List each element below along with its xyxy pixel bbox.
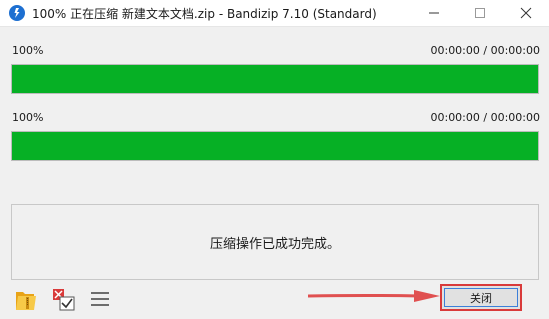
close-button[interactable]: 关闭: [440, 284, 522, 311]
total-progress-percent: 100%: [12, 111, 44, 124]
annotation-arrow: [308, 290, 440, 302]
status-message-box: 压缩操作已成功完成。: [11, 204, 539, 280]
file-progress-percent: 100%: [12, 44, 44, 57]
total-progress-bar: [11, 131, 539, 161]
minimize-icon: [429, 12, 439, 14]
focus-ring: [444, 288, 518, 307]
title-bar: 100% 正在压缩 新建文本文档.zip - Bandizip 7.10 (St…: [0, 0, 549, 27]
total-progress-time: 00:00:00 / 00:00:00: [430, 111, 540, 124]
maximize-button[interactable]: [457, 0, 503, 26]
file-progress-time: 00:00:00 / 00:00:00: [430, 44, 540, 57]
open-folder-icon[interactable]: [14, 286, 38, 312]
window-close-button[interactable]: [503, 0, 549, 26]
minimize-button[interactable]: [411, 0, 457, 26]
close-icon: [520, 7, 532, 19]
bandizip-app-icon: [9, 5, 25, 21]
menu-icon[interactable]: [88, 286, 112, 312]
window-title: 100% 正在压缩 新建文本文档.zip - Bandizip 7.10 (St…: [32, 7, 377, 21]
file-progress-fill: [12, 65, 538, 93]
cancel-check-icon[interactable]: [52, 286, 76, 312]
maximize-icon: [475, 8, 485, 18]
status-message: 压缩操作已成功完成。: [209, 237, 340, 252]
total-progress-fill: [12, 132, 538, 160]
file-progress-bar: [11, 64, 539, 94]
